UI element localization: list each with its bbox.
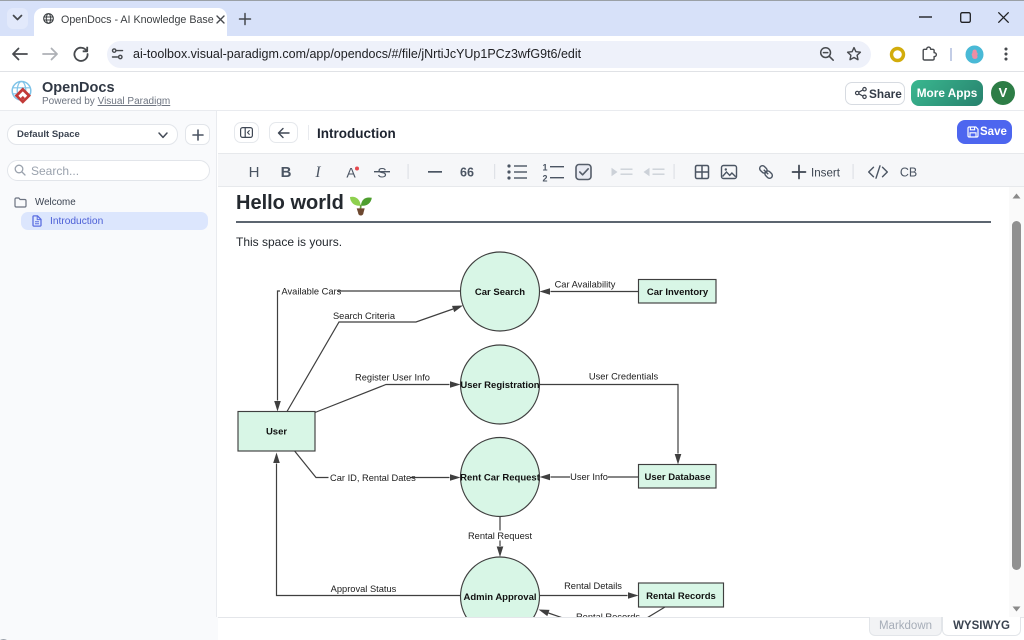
svg-text:Insert: Insert [811, 166, 841, 179]
svg-text:User: User [266, 427, 287, 438]
svg-text:User Info: User Info [570, 472, 608, 482]
svg-text:Rental Request: Rental Request [468, 531, 533, 541]
svg-text:Car Inventory: Car Inventory [647, 287, 709, 298]
svg-text:1: 1 [542, 163, 547, 173]
svg-text:Search Criteria: Search Criteria [333, 311, 396, 321]
svg-text:A: A [346, 165, 356, 181]
svg-text:Car ID, Rental Dates: Car ID, Rental Dates [330, 473, 416, 483]
svg-text:H: H [249, 164, 260, 181]
svg-text:I: I [314, 164, 321, 181]
svg-text:Rental Records: Rental Records [646, 591, 716, 602]
svg-text:B: B [281, 164, 292, 181]
svg-text:CB: CB [900, 165, 917, 179]
svg-text:2: 2 [542, 174, 547, 184]
svg-text:Rent Car Request: Rent Car Request [460, 472, 541, 483]
svg-text:User Credentials: User Credentials [589, 372, 659, 382]
svg-text:66: 66 [460, 166, 474, 180]
svg-text:Car Availability: Car Availability [555, 280, 616, 290]
svg-text:User Registration: User Registration [460, 380, 539, 391]
svg-text:Admin Approval: Admin Approval [463, 592, 536, 603]
svg-text:Approval Status: Approval Status [331, 584, 397, 594]
svg-text:User Database: User Database [644, 472, 710, 483]
svg-text:Available Cars: Available Cars [282, 286, 342, 296]
svg-text:Rental Details: Rental Details [564, 581, 622, 591]
svg-text:Register User Info: Register User Info [355, 373, 430, 383]
svg-text:S: S [377, 165, 386, 181]
svg-text:Car Search: Car Search [475, 287, 525, 298]
